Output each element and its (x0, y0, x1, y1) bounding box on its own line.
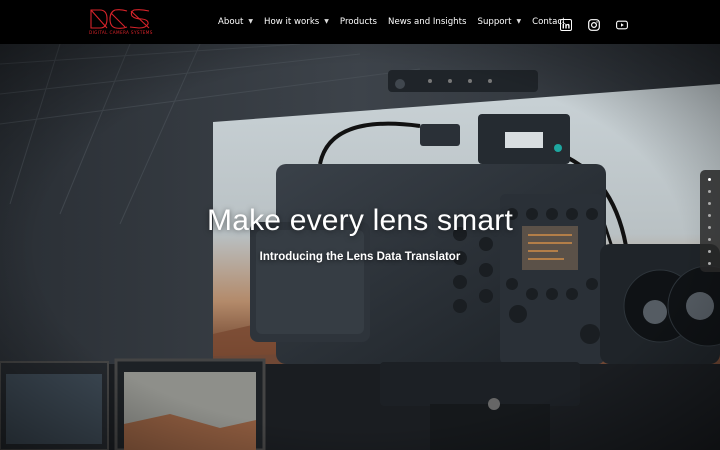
page: DIGITAL CAMERA SYSTEMS About ▼ How it wo… (0, 0, 720, 450)
slide-dot-8[interactable] (708, 262, 711, 265)
brand-tagline: DIGITAL CAMERA SYSTEMS (89, 30, 153, 35)
slide-dot-7[interactable] (708, 250, 711, 253)
slide-pagination (700, 170, 720, 272)
nav-item-support[interactable]: Support ▼ (477, 17, 521, 27)
chevron-down-icon: ▼ (324, 17, 329, 25)
main-menu: About ▼ How it works ▼ Products News and… (218, 15, 566, 29)
nav-item-products[interactable]: Products (340, 17, 377, 27)
dcs-logo-mark (90, 9, 150, 29)
slide-dot-5[interactable] (708, 226, 711, 229)
hero-subtitle: Introducing the Lens Data Translator (259, 251, 461, 263)
chevron-down-icon: ▼ (248, 17, 254, 25)
slide-dot-1[interactable] (708, 178, 711, 181)
youtube-icon[interactable] (616, 16, 628, 30)
hero-background-image (0, 44, 720, 450)
brand-logo[interactable]: DIGITAL CAMERA SYSTEMS (89, 9, 153, 37)
slide-dot-4[interactable] (708, 214, 711, 217)
slide-dot-6[interactable] (708, 238, 711, 241)
nav-item-label: About (218, 17, 244, 27)
linkedin-icon[interactable] (560, 16, 572, 31)
nav-item-label: News and Insights (388, 17, 467, 27)
instagram-icon[interactable] (588, 16, 600, 31)
slide-dot-2[interactable] (708, 190, 711, 193)
nav-item-label: Support (477, 17, 512, 27)
hero-section: Make every lens smart Introducing the Le… (0, 44, 720, 450)
top-navigation: DIGITAL CAMERA SYSTEMS About ▼ How it wo… (0, 0, 720, 44)
slide-dot-3[interactable] (708, 202, 711, 205)
nav-item-label: How it works (264, 17, 320, 27)
chevron-down-icon: ▼ (516, 17, 522, 25)
nav-item-news-and-insights[interactable]: News and Insights (388, 17, 466, 27)
nav-item-about[interactable]: About ▼ (218, 17, 253, 27)
nav-item-how-it-works[interactable]: How it works ▼ (264, 17, 329, 27)
hero-title: Make every lens smart (207, 204, 513, 237)
nav-item-label: Products (339, 17, 378, 27)
